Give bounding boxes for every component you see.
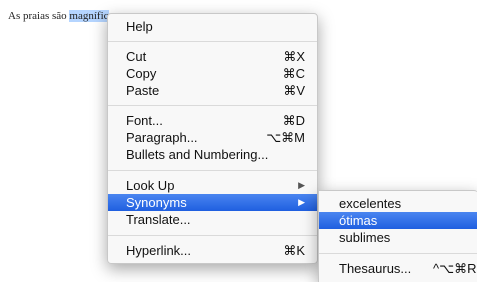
menu-item-look-up-label: Look Up	[126, 178, 175, 193]
menu-item-paste[interactable]: Paste ⌘V	[108, 82, 317, 99]
menu-item-translate-label: Translate...	[126, 212, 191, 227]
context-menu: Help Cut ⌘X Copy ⌘C Paste ⌘V Font... ⌘D …	[107, 13, 318, 264]
synonym-item-label: excelentes	[339, 196, 402, 211]
synonym-item[interactable]: excelentes	[319, 195, 477, 212]
menu-item-font-shortcut: ⌘D	[282, 113, 305, 128]
synonyms-submenu: excelentes ótimas sublimes Thesaurus... …	[318, 190, 477, 282]
menu-item-cut[interactable]: Cut ⌘X	[108, 48, 317, 65]
menu-item-paste-shortcut: ⌘V	[283, 83, 305, 98]
menu-item-hyperlink[interactable]: Hyperlink... ⌘K	[108, 242, 317, 259]
menu-separator	[319, 253, 477, 254]
menu-item-cut-shortcut: ⌘X	[283, 49, 305, 64]
menu-item-thesaurus[interactable]: Thesaurus... ^⌥⌘R	[319, 260, 477, 277]
menu-item-paste-label: Paste	[126, 83, 160, 98]
menu-item-thesaurus-shortcut: ^⌥⌘R	[433, 261, 477, 276]
menu-separator	[108, 170, 317, 171]
menu-item-bullets-label: Bullets and Numbering...	[126, 147, 269, 162]
menu-separator	[108, 41, 317, 42]
submenu-arrow-icon: ▶	[298, 180, 305, 190]
menu-item-hyperlink-shortcut: ⌘K	[283, 243, 305, 258]
document-text[interactable]: As praias são magnífic	[8, 10, 109, 22]
menu-item-help[interactable]: Help	[108, 18, 317, 35]
menu-item-paragraph[interactable]: Paragraph... ⌥⌘M	[108, 129, 317, 146]
menu-item-bullets-and-numbering[interactable]: Bullets and Numbering...	[108, 146, 317, 163]
menu-item-font[interactable]: Font... ⌘D	[108, 112, 317, 129]
selected-word[interactable]: magnífic	[69, 10, 109, 22]
menu-separator	[108, 235, 317, 236]
menu-item-paragraph-shortcut: ⌥⌘M	[266, 130, 305, 145]
menu-item-hyperlink-label: Hyperlink...	[126, 243, 192, 258]
document-text-before: As praias são	[8, 10, 70, 22]
menu-item-synonyms[interactable]: Synonyms ▶	[108, 194, 317, 211]
menu-item-look-up[interactable]: Look Up ▶	[108, 177, 317, 194]
menu-item-cut-label: Cut	[126, 49, 147, 64]
menu-item-font-label: Font...	[126, 113, 163, 128]
menu-item-copy-label: Copy	[126, 66, 157, 81]
synonym-item[interactable]: sublimes	[319, 229, 477, 246]
menu-item-thesaurus-label: Thesaurus...	[339, 261, 412, 276]
menu-item-copy[interactable]: Copy ⌘C	[108, 65, 317, 82]
menu-item-copy-shortcut: ⌘C	[282, 66, 305, 81]
submenu-arrow-icon: ▶	[298, 197, 305, 207]
synonym-item-highlighted[interactable]: ótimas	[319, 212, 477, 229]
menu-item-help-label: Help	[126, 19, 153, 34]
menu-separator	[108, 105, 317, 106]
menu-item-translate[interactable]: Translate...	[108, 211, 317, 228]
menu-item-synonyms-label: Synonyms	[126, 195, 187, 210]
menu-item-paragraph-label: Paragraph...	[126, 130, 198, 145]
synonym-item-label: ótimas	[339, 213, 378, 228]
synonym-item-label: sublimes	[339, 230, 391, 245]
